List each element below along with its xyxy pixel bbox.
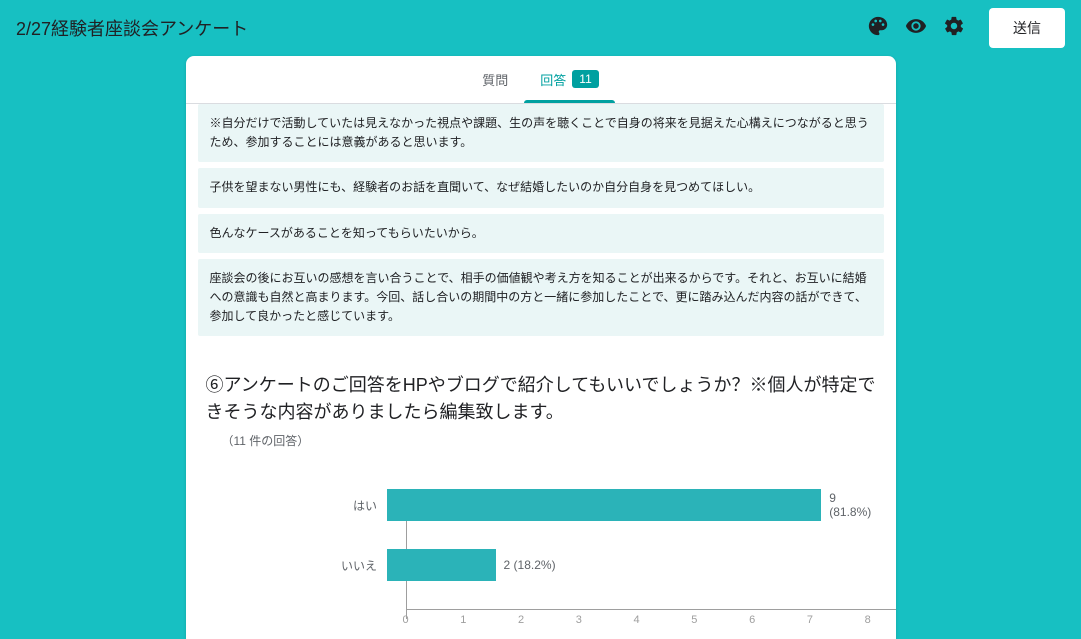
bar-yes: [387, 489, 821, 521]
x-axis: 0 1 2 3 4 5 6 7 8 9: [406, 609, 896, 631]
response-item: 座談会の後にお互いの感想を言い合うことで、相手の価値観や考え方を知ることが出来る…: [198, 259, 884, 337]
response-item: 子供を望まない男性にも、経験者のお話を直聞いて、なぜ結婚したいのか自分自身を見つ…: [198, 168, 884, 207]
response-item: ※自分だけで活動していたは見えなかった視点や課題、生の声を聴くことで自身の将来を…: [198, 104, 884, 162]
response-count-badge: 11: [572, 70, 598, 88]
response-item: 色んなケースがあることを知ってもらいたいから。: [198, 214, 884, 253]
question-response-count: （11 件の回答）: [222, 432, 876, 449]
bar-row: いいえ 2 (18.2%): [246, 549, 876, 581]
axis-tick: 2: [518, 614, 524, 626]
app-header: 2/27経験者座談会アンケート 送信: [0, 0, 1081, 56]
header-actions: 送信: [867, 8, 1065, 48]
axis-tick: 4: [634, 614, 640, 626]
tab-responses[interactable]: 回答 11: [524, 56, 614, 103]
axis-tick: 5: [691, 614, 697, 626]
form-title: 2/27経験者座談会アンケート: [16, 15, 867, 41]
bar-row: はい 9 (81.8%): [246, 489, 876, 521]
send-button[interactable]: 送信: [989, 8, 1065, 48]
bar-chart: はい 9 (81.8%) いいえ 2 (18.2%) 0 1 2 3 4 5: [246, 489, 876, 631]
form-card: 質問 回答 11 ※自分だけで活動していたは見えなかった視点や課題、生の声を聴く…: [186, 56, 896, 639]
tab-questions-label: 質問: [482, 70, 508, 89]
axis-tick: 0: [402, 614, 408, 626]
tab-bar: 質問 回答 11: [186, 56, 896, 104]
bar-label: はい: [246, 497, 388, 514]
axis-tick: 1: [460, 614, 466, 626]
settings-icon[interactable]: [943, 15, 965, 42]
bar-track: 9 (81.8%): [387, 489, 875, 521]
bar-value-label: 2 (18.2%): [504, 558, 556, 572]
axis-tick: 6: [749, 614, 755, 626]
tab-responses-label: 回答: [540, 70, 566, 89]
tab-questions[interactable]: 質問: [466, 56, 524, 103]
question-block: ⑥アンケートのご回答をHPやブログで紹介してもいいでしょうか？※個人が特定できそ…: [206, 372, 876, 449]
question-title: ⑥アンケートのご回答をHPやブログで紹介してもいいでしょうか？※個人が特定できそ…: [206, 372, 876, 426]
axis-tick: 3: [576, 614, 582, 626]
bar-label: いいえ: [246, 557, 388, 574]
bar-track: 2 (18.2%): [387, 549, 875, 581]
bar-no: [387, 549, 496, 581]
axis-tick: 7: [807, 614, 813, 626]
axis-tick: 8: [865, 614, 871, 626]
responses-content: ※自分だけで活動していたは見えなかった視点や課題、生の声を聴くことで自身の将来を…: [186, 104, 896, 639]
bar-value-label: 9 (81.8%): [829, 491, 875, 519]
palette-icon[interactable]: [867, 15, 889, 42]
preview-icon[interactable]: [905, 15, 927, 42]
